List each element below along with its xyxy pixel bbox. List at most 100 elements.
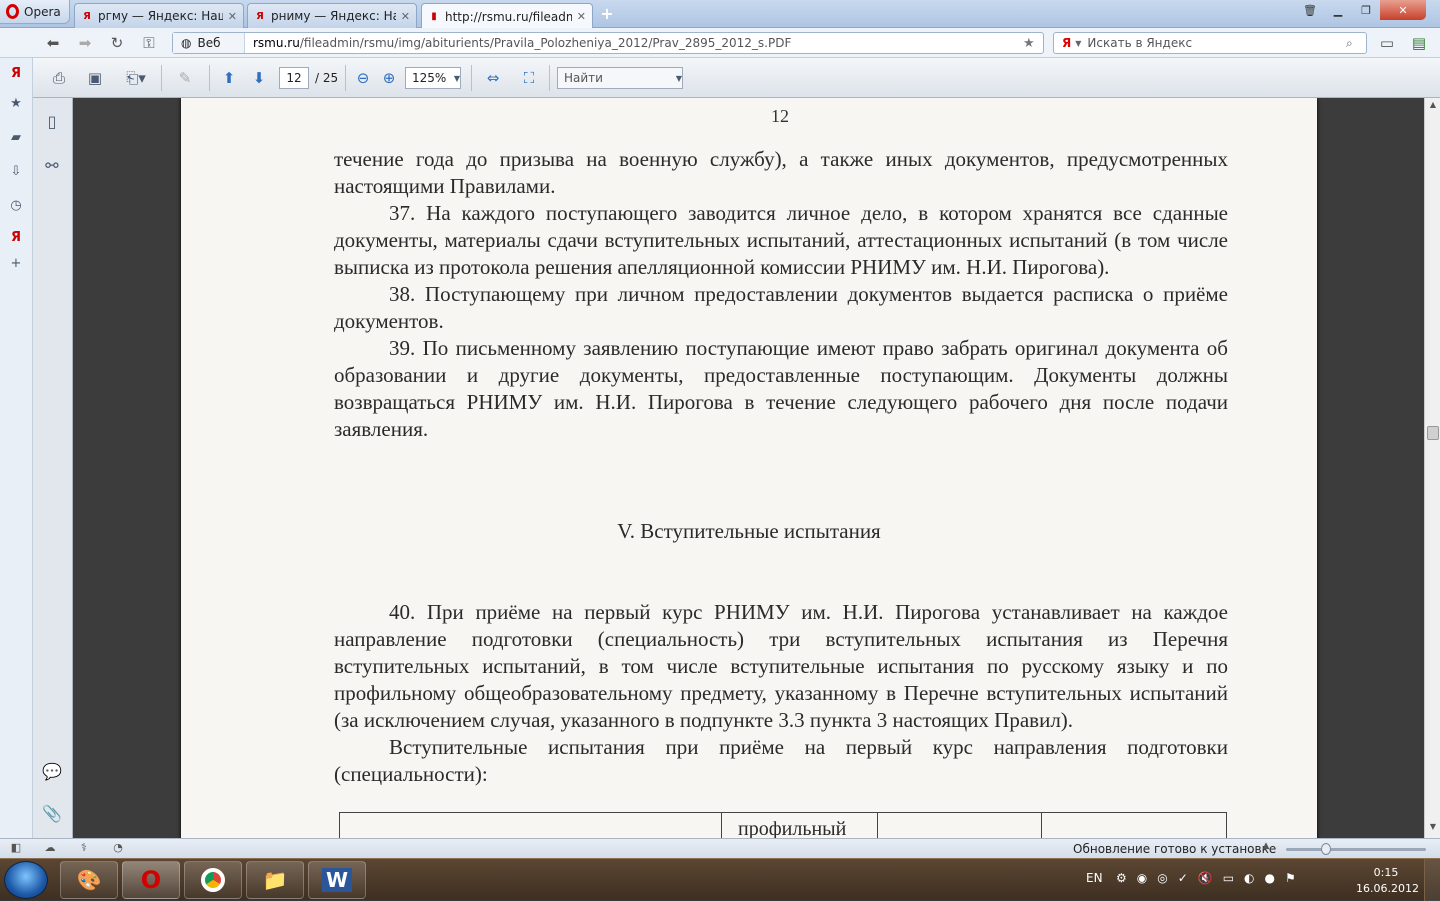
opera-menu-button[interactable]: Opera <box>0 0 70 24</box>
zoom-in-icon[interactable]: ⊕ <box>379 67 399 89</box>
scroll-down-icon[interactable]: ▼ <box>1425 822 1440 836</box>
url-text[interactable]: rsmu.ru/fileadmin/rsmu/img/abiturients/P… <box>245 36 1023 50</box>
find-input[interactable]: Найти <box>557 67 683 89</box>
minimize-button[interactable]: ▁ <box>1324 0 1352 20</box>
chevron-up-icon[interactable]: ▲ <box>1258 841 1274 857</box>
attachment-paperclip-icon[interactable]: 📎 <box>42 804 62 823</box>
web-mode-label: Веб <box>197 36 221 50</box>
address-toolbar: ⬅ ➡ ↻ ⚿ ◍ Веб rsmu.ru/fileadmin/rsmu/img… <box>0 28 1440 58</box>
fit-page-icon[interactable]: ⛶ <box>517 67 541 89</box>
zoom-chevron-down-icon[interactable]: ▼ <box>451 67 463 89</box>
windows-taskbar: 🎨 O 📁 W EN ⚙◉◎✓🔇▭◐●⚑ 0:15 16.06.2012 <box>0 858 1440 901</box>
back-arrow-icon[interactable]: ⬅ <box>42 32 64 54</box>
bottom-text-block: 40. При приёме на первый курс РНИМУ им. … <box>334 599 1228 788</box>
find-chevron-down-icon[interactable]: ▼ <box>673 67 685 89</box>
page-icon[interactable]: ▭ <box>1376 32 1398 54</box>
clock-time: 0:15 <box>1373 866 1399 879</box>
search-field[interactable]: Я ▼ Искать в Яндекс ⌕ <box>1053 32 1367 54</box>
notes-icon[interactable]: ▰ <box>7 128 25 146</box>
yandex-panel-icon-2[interactable]: Я <box>7 228 25 246</box>
trash-icon[interactable]: 🗑 <box>1296 0 1324 20</box>
search-icon[interactable]: ⌕ <box>1346 36 1366 51</box>
language-indicator[interactable]: EN <box>1086 871 1103 885</box>
find-placeholder: Найти <box>564 71 603 85</box>
status-bar: ◧ ☁ ⚕ ◔ Обновление готово к установке ▲ <box>0 838 1440 858</box>
tab-pdf-active[interactable]: ▮ http://rsmu.ru/fileadm... ✕ <box>421 3 593 29</box>
tab-bar: Opera Я ргму — Яндекс: Нашл... ✕ Я рниму… <box>0 0 1440 29</box>
paragraph-exams: Вступительные испытания при приёме на пе… <box>334 735 1228 786</box>
opera-side-panel: Я ★ ▰ ⇩ ◷ Я + <box>0 58 33 838</box>
zoom-out-icon[interactable]: ⊖ <box>353 67 373 89</box>
share-icon[interactable]: ⚕ <box>76 841 92 857</box>
url-path: /fileadmin/rsmu/img/abiturients/Pravila_… <box>299 36 792 50</box>
download-icon[interactable]: ▤ <box>1408 32 1430 54</box>
comments-icon[interactable]: 💬 <box>42 762 62 781</box>
explorer-folder-icon[interactable]: 📁 <box>246 861 304 899</box>
chrome-app-icon[interactable] <box>184 861 242 899</box>
update-status-text[interactable]: Обновление готово к установке <box>1073 842 1276 856</box>
window-controls: 🗑 ▁ ❐ ✕ <box>1296 0 1426 20</box>
document-viewport[interactable]: 12 течение года до призыва на военную сл… <box>73 98 1424 838</box>
bookmark-star-icon[interactable]: ★ <box>1023 36 1043 51</box>
url-domain: rsmu.ru <box>253 36 300 50</box>
close-tab-icon[interactable]: ✕ <box>228 10 237 23</box>
web-mode-badge[interactable]: ◍ Веб <box>173 33 245 53</box>
table-cell: профильный <box>738 818 847 838</box>
pdf-toolbar: ⎙ ▣ ⎗▾ ✎ ⬆ ⬇ 12 / 25 ⊖ ⊕ 125% ▼ ⇔ ⛶ Найт… <box>33 58 1440 98</box>
print-icon[interactable]: ⎙ <box>47 67 71 89</box>
cloud-icon[interactable]: ☁ <box>42 841 58 857</box>
previous-page-icon[interactable]: ⬆ <box>217 67 241 89</box>
section-heading: V. Вступительные испытания <box>617 519 881 543</box>
paragraph: течение года до призыва на военную служб… <box>334 147 1228 198</box>
key-icon[interactable]: ⚿ <box>138 32 160 54</box>
speed-dial-icon[interactable]: ◔ <box>110 841 126 857</box>
scrollbar-thumb[interactable] <box>1427 426 1439 440</box>
yandex-favicon-icon: Я <box>256 10 264 22</box>
paragraph-38: 38. Поступающему при личном предоставлен… <box>334 282 1228 333</box>
paint-app-icon[interactable]: 🎨 <box>60 861 118 899</box>
paragraph-40: 40. При приёме на первый курс РНИМУ им. … <box>334 600 1228 732</box>
forward-arrow-icon[interactable]: ➡ <box>74 32 96 54</box>
share-dropdown-icon[interactable]: ⎗▾ <box>119 67 153 89</box>
find-binoculars-icon[interactable]: ⚯ <box>43 156 61 175</box>
pdf-favicon-icon: ▮ <box>431 11 437 22</box>
page-number-input[interactable]: 12 <box>279 67 309 89</box>
maximize-button[interactable]: ❐ <box>1352 0 1380 20</box>
comment-icon[interactable]: ✎ <box>171 67 199 89</box>
zoom-slider[interactable] <box>1286 843 1426 855</box>
close-tab-icon[interactable]: ✕ <box>577 10 586 23</box>
scroll-up-icon[interactable]: ▲ <box>1425 100 1440 114</box>
tab-yandex-rgmu[interactable]: Я ргму — Яндекс: Нашл... ✕ <box>74 3 244 28</box>
system-clock[interactable]: 0:15 16.06.2012 <box>1356 865 1419 897</box>
system-tray-icons[interactable]: ⚙◉◎✓🔇▭◐●⚑ <box>1116 871 1306 885</box>
start-button[interactable] <box>4 861 48 899</box>
exams-table: профильный <box>339 812 1227 838</box>
fit-width-icon[interactable]: ⇔ <box>481 67 505 89</box>
close-tab-icon[interactable]: ✕ <box>401 10 410 23</box>
add-panel-icon[interactable]: + <box>7 254 25 272</box>
save-icon[interactable]: ▣ <box>83 67 107 89</box>
downloads-icon[interactable]: ⇩ <box>7 162 25 180</box>
show-desktop-button[interactable] <box>1424 859 1440 901</box>
new-tab-button[interactable]: + <box>598 6 616 24</box>
tab-title: http://rsmu.ru/fileadm... <box>445 9 572 24</box>
chevron-down-icon[interactable]: ▼ <box>1075 39 1087 48</box>
close-window-button[interactable]: ✕ <box>1380 0 1426 20</box>
page-thumbnails-icon[interactable]: ▯ <box>43 112 61 131</box>
reload-icon[interactable]: ↻ <box>106 32 128 54</box>
next-page-icon[interactable]: ⬇ <box>247 67 271 89</box>
opera-app-icon[interactable]: O <box>122 861 180 899</box>
address-field[interactable]: ◍ Веб rsmu.ru/fileadmin/rsmu/img/abituri… <box>172 32 1044 54</box>
globe-icon: ◍ <box>181 36 192 50</box>
word-app-icon[interactable]: W <box>308 861 366 899</box>
yandex-panel-icon[interactable]: Я <box>7 64 25 82</box>
vertical-scrollbar[interactable]: ▲ ▼ <box>1424 98 1440 838</box>
bookmarks-star-icon[interactable]: ★ <box>7 94 25 112</box>
tab-yandex-rnimu[interactable]: Я рниму — Яндекс: На...... ✕ <box>247 3 417 28</box>
yandex-favicon-icon: Я <box>83 10 91 22</box>
top-text-block: течение года до призыва на военную служб… <box>334 146 1228 443</box>
zoom-slider-knob[interactable] <box>1321 843 1331 855</box>
panel-toggle-icon[interactable]: ◧ <box>8 841 24 857</box>
history-clock-icon[interactable]: ◷ <box>7 196 25 214</box>
page-number-header: 12 <box>771 106 789 126</box>
